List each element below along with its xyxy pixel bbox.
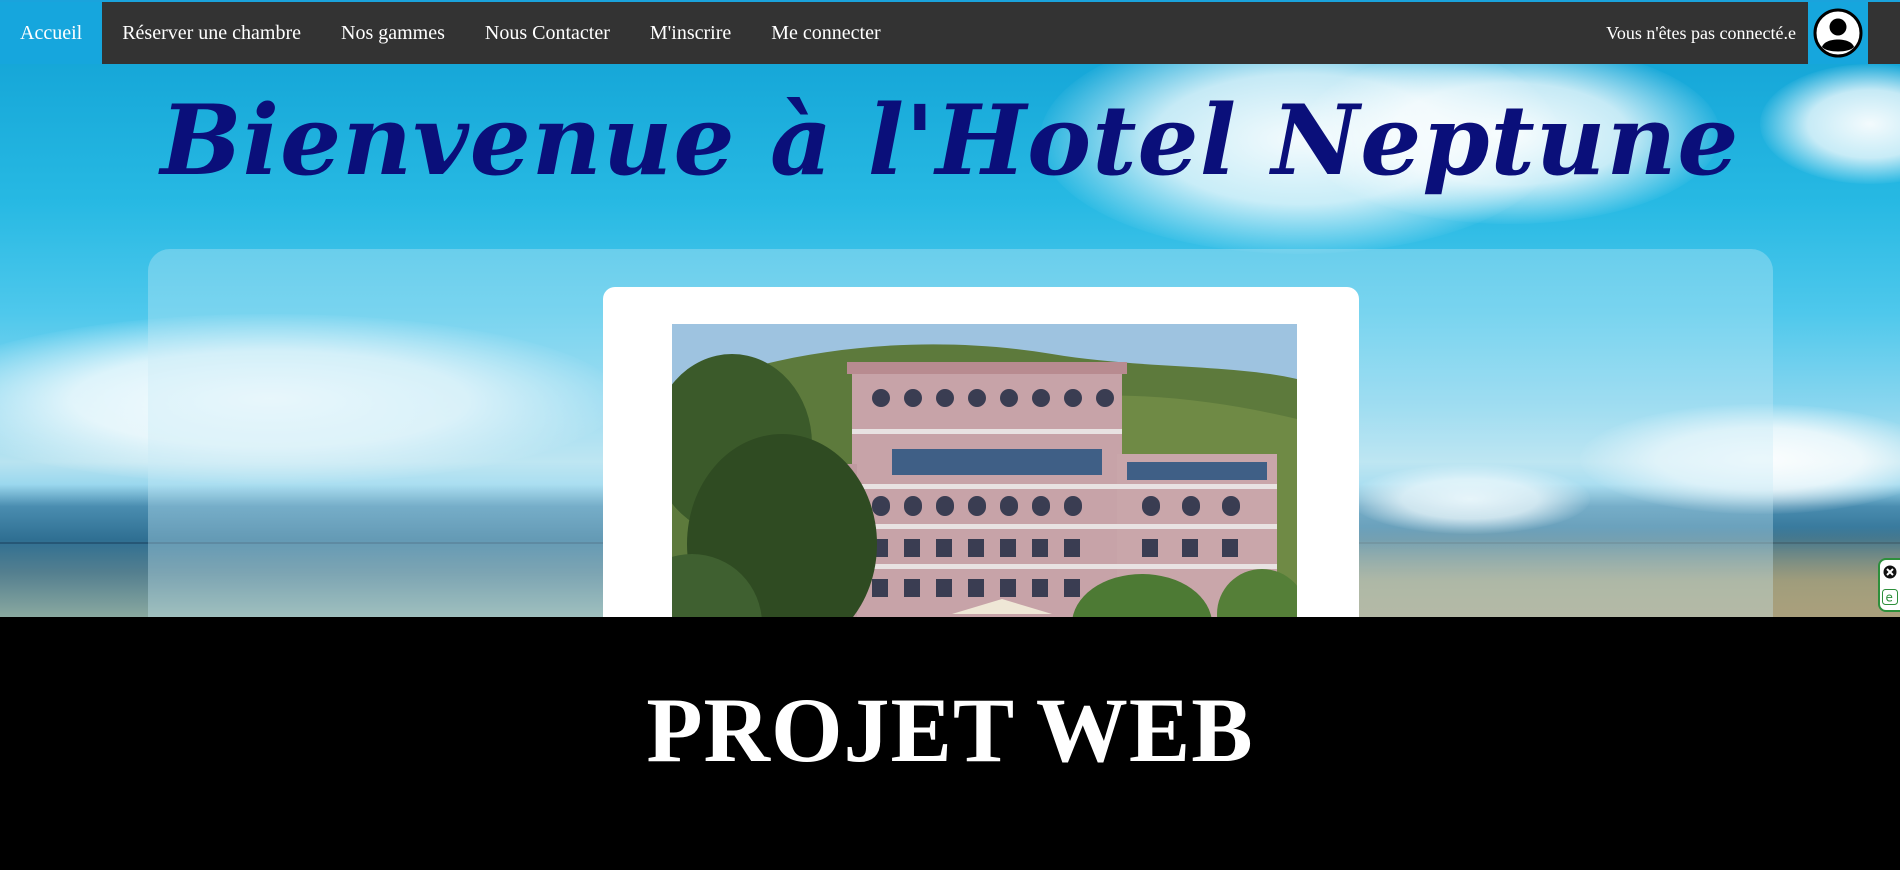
nav-user-area: Vous n'êtes pas connecté.e	[1606, 2, 1900, 64]
hotel-photo	[672, 324, 1297, 617]
login-status-text: Vous n'êtes pas connecté.e	[1606, 22, 1796, 43]
extension-e-icon: e	[1882, 589, 1898, 605]
page-title: Bienvenue à l'Hotel Neptune	[160, 84, 1740, 197]
extension-badge[interactable]: e	[1878, 558, 1900, 612]
photo-card	[603, 287, 1359, 617]
hero-section: Bienvenue à l'Hotel Neptune e	[0, 64, 1900, 617]
nav-item-accueil[interactable]: Accueil	[0, 2, 103, 64]
nav-item-nos-gammes[interactable]: Nos gammes	[321, 2, 465, 64]
nav-item-reserver-chambre[interactable]: Réserver une chambre	[102, 2, 321, 64]
nav-item-inscrire[interactable]: M'inscrire	[630, 2, 751, 64]
user-avatar-icon	[1813, 8, 1863, 58]
close-icon[interactable]	[1883, 565, 1897, 579]
footer: PROJET WEB	[0, 617, 1900, 870]
top-navigation-bar: Accueil Réserver une chambre Nos gammes …	[0, 0, 1900, 64]
svg-text:e: e	[1886, 591, 1893, 605]
nav-item-connecter[interactable]: Me connecter	[751, 2, 900, 64]
user-avatar-button[interactable]	[1808, 2, 1868, 64]
footer-title: PROJET WEB	[646, 679, 1254, 781]
nav-item-nous-contacter[interactable]: Nous Contacter	[465, 2, 630, 64]
